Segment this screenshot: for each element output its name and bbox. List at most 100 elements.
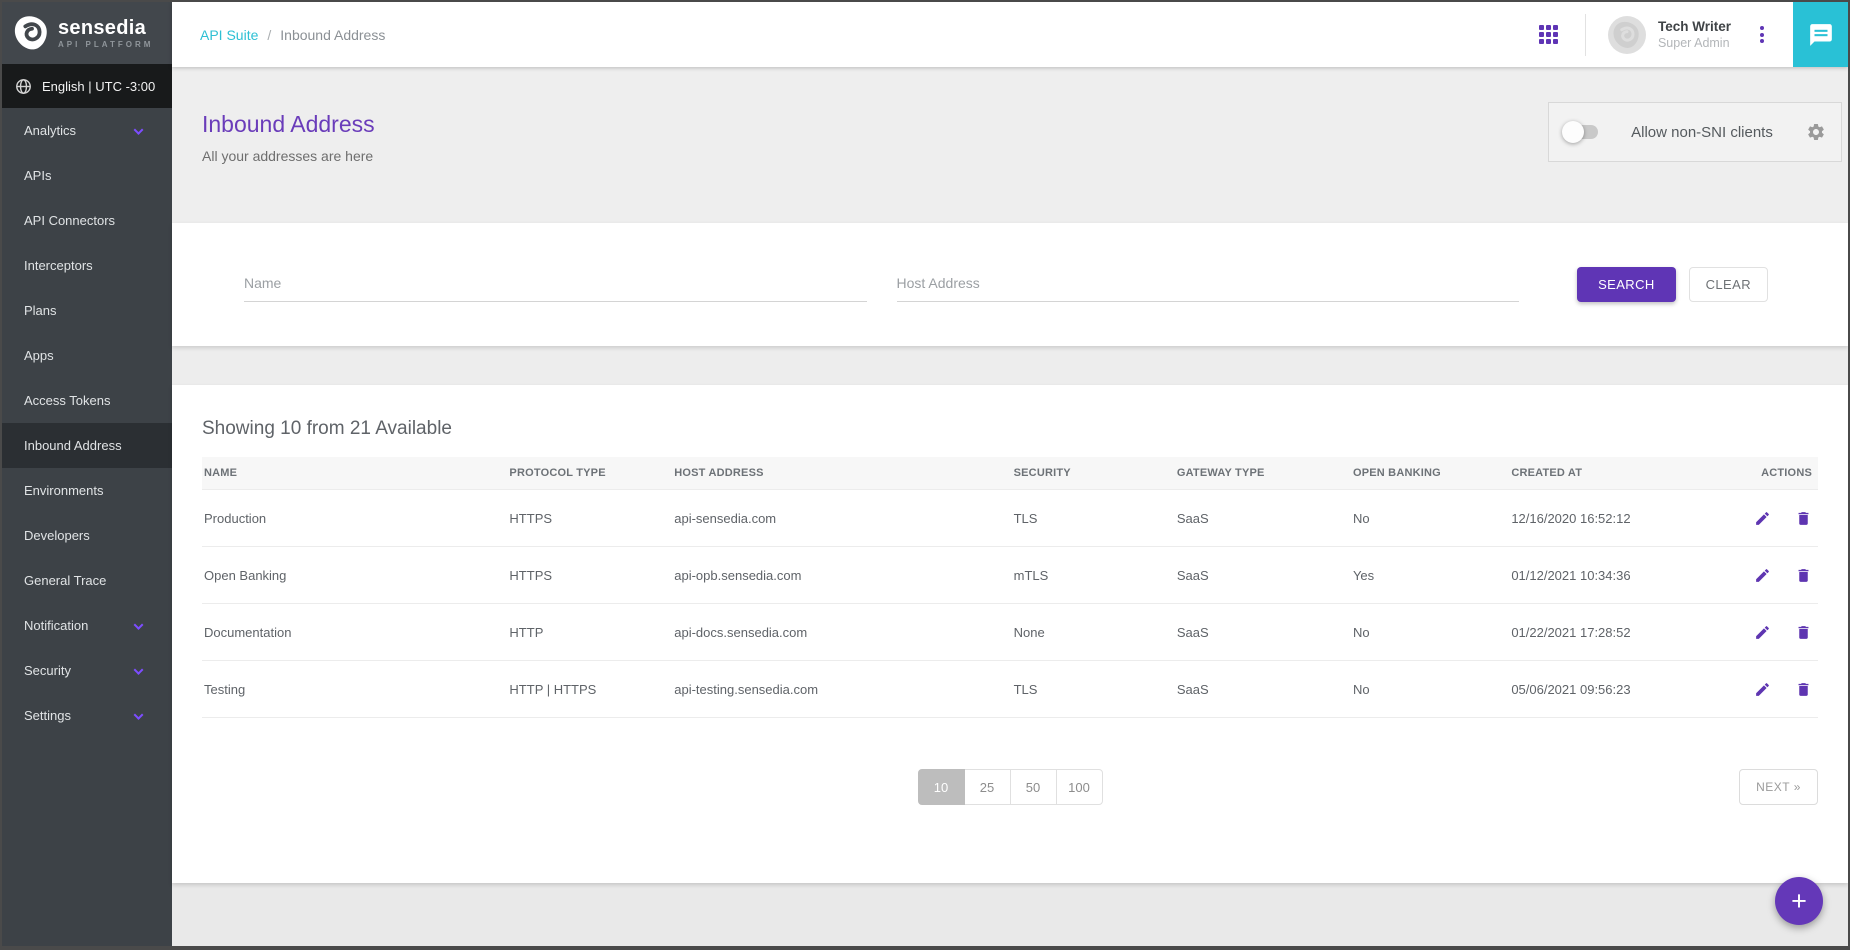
section-divider [172, 346, 1848, 385]
delete-button[interactable] [1795, 510, 1812, 527]
table-row: Testing HTTP | HTTPS api-testing.sensedi… [202, 661, 1818, 718]
clear-button[interactable]: CLEAR [1689, 267, 1768, 302]
brand-logo: sensedia API PLATFORM [2, 2, 172, 64]
col-gateway-type: GATEWAY TYPE [1175, 457, 1351, 490]
sidebar-item-label: APIs [24, 168, 51, 183]
page-size-25[interactable]: 25 [964, 769, 1011, 805]
footer-strip [172, 883, 1848, 946]
results-section: Showing 10 from 21 Available NAME PROTOC… [172, 385, 1848, 883]
sidebar-item-general-trace[interactable]: General Trace [2, 558, 172, 603]
edit-icon [1754, 624, 1771, 641]
toggle-knob [1562, 121, 1584, 143]
app-window: sensedia API PLATFORM English | UTC -3:0… [0, 0, 1850, 950]
kebab-menu-icon[interactable] [1760, 24, 1764, 46]
sidebar-item-apps[interactable]: Apps [2, 333, 172, 378]
col-actions: ACTIONS [1727, 457, 1818, 490]
table-row: Documentation HTTP api-docs.sensedia.com… [202, 604, 1818, 661]
cell-security: None [1012, 604, 1175, 661]
sidebar-item-apis[interactable]: APIs [2, 153, 172, 198]
delete-button[interactable] [1795, 681, 1812, 698]
cell-open-banking: No [1351, 661, 1509, 718]
main-area: API Suite / Inbound Address Tech Writer … [172, 2, 1848, 946]
edit-icon [1754, 510, 1771, 527]
avatar[interactable] [1608, 16, 1646, 54]
sidebar-item-security[interactable]: Security [2, 648, 172, 693]
sidebar-item-developers[interactable]: Developers [2, 513, 172, 558]
delete-icon [1795, 624, 1812, 641]
sidebar-item-label: Developers [24, 528, 90, 543]
delete-button[interactable] [1795, 624, 1812, 641]
breadcrumb: API Suite / Inbound Address [172, 27, 385, 43]
breadcrumb-separator: / [267, 27, 271, 43]
cell-gateway: SaaS [1175, 547, 1351, 604]
next-page-button[interactable]: NEXT » [1739, 769, 1818, 805]
sidebar-item-label: Analytics [24, 123, 76, 138]
cell-name: Production [202, 490, 507, 547]
page-size-10[interactable]: 10 [918, 769, 965, 805]
host-field-wrap [897, 268, 1520, 302]
edit-button[interactable] [1754, 567, 1771, 584]
cell-name: Testing [202, 661, 507, 718]
sidebar-item-label: Settings [24, 708, 71, 723]
sidebar-item-api-connectors[interactable]: API Connectors [2, 198, 172, 243]
allow-non-sni-toggle[interactable] [1564, 125, 1598, 139]
sidebar: sensedia API PLATFORM English | UTC -3:0… [2, 2, 172, 946]
cell-host: api-docs.sensedia.com [672, 604, 1011, 661]
brand-name: sensedia [58, 18, 153, 38]
cell-open-banking: Yes [1351, 547, 1509, 604]
cell-created-at: 01/22/2021 17:28:52 [1509, 604, 1727, 661]
locale-selector[interactable]: English | UTC -3:00 [2, 64, 172, 108]
table-row: Production HTTPS api-sensedia.com TLS Sa… [202, 490, 1818, 547]
col-protocol-type: PROTOCOL TYPE [507, 457, 672, 490]
sidebar-item-label: General Trace [24, 573, 106, 588]
sidebar-item-label: Environments [24, 483, 103, 498]
page-header: Inbound Address All your addresses are h… [172, 67, 1848, 223]
search-button[interactable]: SEARCH [1577, 267, 1676, 302]
name-input[interactable] [244, 268, 867, 302]
sidebar-item-plans[interactable]: Plans [2, 288, 172, 333]
col-host-address: HOST ADDRESS [672, 457, 1011, 490]
search-actions: SEARCH CLEAR [1577, 267, 1768, 302]
sidebar-item-label: Inbound Address [24, 438, 122, 453]
breadcrumb-link-api-suite[interactable]: API Suite [200, 27, 258, 43]
delete-button[interactable] [1795, 567, 1812, 584]
add-inbound-address-button[interactable]: + [1775, 877, 1823, 925]
cell-created-at: 01/12/2021 10:34:36 [1509, 547, 1727, 604]
delete-icon [1795, 510, 1812, 527]
sidebar-item-settings[interactable]: Settings [2, 693, 172, 738]
cell-protocol: HTTP | HTTPS [507, 661, 672, 718]
user-role: Super Admin [1658, 35, 1731, 51]
chat-button[interactable] [1793, 2, 1848, 67]
search-bar: SEARCH CLEAR [172, 223, 1848, 346]
cell-created-at: 12/16/2020 16:52:12 [1509, 490, 1727, 547]
page-size-100[interactable]: 100 [1056, 769, 1103, 805]
cell-security: TLS [1012, 490, 1175, 547]
sidebar-item-inbound-address[interactable]: Inbound Address [2, 423, 172, 468]
sidebar-item-analytics[interactable]: Analytics [2, 108, 172, 153]
delete-icon [1795, 681, 1812, 698]
page-size-group: 10 25 50 100 [918, 769, 1103, 805]
avatar-logo-icon [1612, 20, 1642, 50]
sensedia-logo-icon [13, 14, 51, 52]
app-launcher-icon[interactable] [1539, 25, 1558, 44]
pagination: 10 25 50 100 NEXT » [202, 769, 1818, 805]
sidebar-item-notification[interactable]: Notification [2, 603, 172, 648]
cell-name: Documentation [202, 604, 507, 661]
sidebar-item-interceptors[interactable]: Interceptors [2, 243, 172, 288]
page-size-50[interactable]: 50 [1010, 769, 1057, 805]
chevron-down-icon [134, 125, 144, 135]
host-address-input[interactable] [897, 268, 1520, 302]
sidebar-item-environments[interactable]: Environments [2, 468, 172, 513]
edit-button[interactable] [1754, 624, 1771, 641]
topbar-right: Tech Writer Super Admin [1539, 2, 1848, 67]
user-block: Tech Writer Super Admin [1658, 19, 1731, 51]
edit-button[interactable] [1754, 681, 1771, 698]
sidebar-item-access-tokens[interactable]: Access Tokens [2, 378, 172, 423]
cell-host: api-testing.sensedia.com [672, 661, 1011, 718]
gear-icon[interactable] [1806, 122, 1826, 142]
chevron-down-icon [134, 620, 144, 630]
col-open-banking: OPEN BANKING [1351, 457, 1509, 490]
cell-open-banking: No [1351, 490, 1509, 547]
allow-non-sni-card: Allow non-SNI clients [1548, 102, 1842, 162]
edit-button[interactable] [1754, 510, 1771, 527]
